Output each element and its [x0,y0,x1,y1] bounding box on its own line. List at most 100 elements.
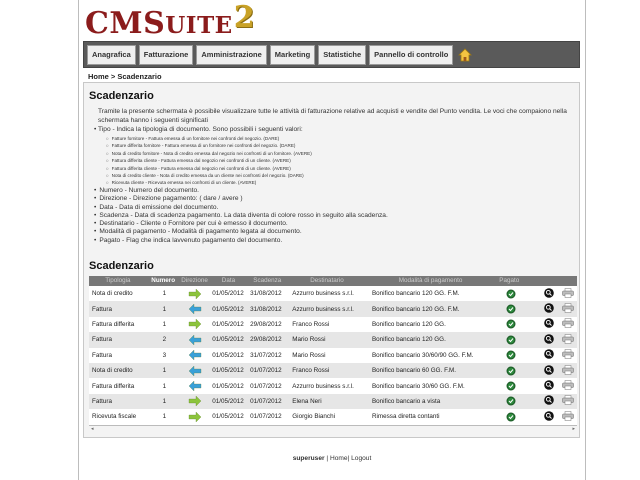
list-item: Nota di credito fornitore - Nota di cred… [106,150,312,157]
table-body: Nota di credito 1 01/05/2012 31/08/2012 Azzu… [89,286,577,425]
search-icon[interactable] [544,380,554,392]
print-icon[interactable] [562,395,574,407]
table-row: Nota di credito 1 01/05/2012 01/07/2012 Fran… [89,362,577,379]
table-header: Tipologia Numero Direzione Data Scadenza… [89,276,577,286]
cell-numero: 3 [162,351,167,359]
col-header-data[interactable]: Data [210,276,248,286]
paid-status-icon[interactable] [496,381,525,391]
scadenzario-table: Tipologia Numero Direzione Data Scadenza… [89,276,577,432]
print-icon[interactable] [562,318,574,330]
col-header-direzione[interactable]: Direzione [180,276,210,286]
cell-destinatario: Elena Neri [292,397,322,405]
cell-scadenza: 01/07/2012 [250,367,282,375]
cell-data: 01/05/2012 [212,351,244,359]
cell-scadenza: 01/07/2012 [250,413,282,421]
print-icon[interactable] [562,349,574,361]
paid-status-icon[interactable] [496,289,525,299]
search-icon[interactable] [544,411,554,423]
print-icon[interactable] [562,380,574,392]
cell-modalita: Bonifico bancario 120 GG. F.M. [371,305,460,313]
print-icon[interactable] [562,287,574,300]
cell-scadenza: 31/08/2012 [250,305,282,313]
row-actions [525,303,577,315]
field-descriptions-list: Numero - Numero del documento. Direzione… [94,187,388,245]
list-item: Data - Data di emissione del documento. [94,204,388,212]
col-header-pagato[interactable]: Pagato [494,276,524,286]
cell-scadenza: 31/07/2012 [250,351,282,359]
footer-user: superuser [292,455,325,462]
table-row: Nota di credito 1 01/05/2012 31/08/2012 Azzu… [89,286,577,302]
row-actions [525,287,577,300]
list-item: Pagato - Flag che indica lavvenuto pagam… [94,237,388,245]
arrow-left-icon [180,380,209,392]
cell-modalita: Bonifico bancario 120 GG. [371,320,446,328]
paid-status-icon[interactable] [496,366,525,376]
row-actions [525,364,577,377]
paid-status-icon[interactable] [496,412,525,422]
cell-destinatario: Franco Rossi [292,320,330,328]
print-icon[interactable] [562,303,574,315]
col-header-numero[interactable]: Numero [147,276,180,286]
nav-pannello-di-controllo[interactable]: Pannello di controllo [369,44,454,65]
page-title: Scadenzario [89,90,154,102]
paid-status-icon[interactable] [496,304,525,314]
search-icon[interactable] [544,287,554,300]
col-header-destinatario[interactable]: Destinatario [287,276,367,286]
cell-numero: 1 [162,320,167,328]
cell-numero: 1 [162,397,167,405]
print-icon[interactable] [562,334,574,346]
paid-status-icon[interactable] [496,396,525,406]
footer-home-link[interactable]: Home [330,455,348,462]
cell-numero: 1 [162,413,167,421]
list-item: Modalità di pagamento - Modalità di paga… [94,228,388,236]
list-item: Fatture fornitore - Fattura emessa di un… [106,135,312,142]
tipo-values-list: Fatture fornitore - Fattura emessa di un… [106,135,312,187]
content-panel: Scadenzario Tramite la presente schermat… [83,82,580,438]
search-icon[interactable] [544,334,554,346]
cell-data: 01/05/2012 [212,382,244,390]
col-header-scadenza[interactable]: Scadenza [247,276,287,286]
cell-data: 01/05/2012 [212,367,244,375]
cell-numero: 1 [162,382,167,390]
scroll-right-icon[interactable]: ▸ [572,426,575,432]
table-row: Fattura 1 01/05/2012 01/07/2012 Elena Neri Bo… [89,393,577,410]
paid-status-icon[interactable] [496,319,525,329]
list-item: Scadenza - Data di scadenza pagamento. L… [94,212,387,220]
cell-tipologia: Fattura [92,336,112,344]
print-icon[interactable] [562,364,574,377]
footer: superuser | Home| Logout [292,455,372,462]
cell-scadenza: 01/07/2012 [250,382,282,390]
search-icon[interactable] [544,364,554,377]
nav-marketing[interactable]: Marketing [269,44,316,65]
search-icon[interactable] [544,318,554,330]
print-icon[interactable] [562,411,574,423]
scroll-left-icon[interactable]: ◂ [91,426,94,432]
cell-data: 01/05/2012 [212,305,244,313]
search-icon[interactable] [544,349,554,361]
nav-anagrafica[interactable]: Anagrafica [87,44,136,65]
footer-logout-link[interactable]: Logout [351,455,371,462]
cell-modalita: Rimessa diretta contanti [371,413,440,421]
arrow-right-icon [180,411,209,423]
search-icon[interactable] [544,395,554,407]
app-frame: CMSUITE 2 Anagrafica Fatturazione Ammini… [78,0,586,480]
cell-numero: 1 [162,305,167,313]
col-header-modalita[interactable]: Modalità di pagamento [367,276,494,286]
cell-numero: 1 [162,290,167,298]
nav-amministrazione[interactable]: Amministrazione [196,44,267,65]
nav-statistiche[interactable]: Statistiche [318,44,367,65]
intro-text: Tramite la presente schermata è possibil… [98,108,567,124]
cell-destinatario: Franco Rossi [292,367,330,375]
horizontal-scrollbar[interactable]: ◂ ▸ [89,424,577,432]
paid-status-icon[interactable] [496,335,525,345]
cell-numero: 2 [162,336,167,344]
paid-status-icon[interactable] [496,350,525,360]
nav-fatturazione[interactable]: Fatturazione [138,44,194,65]
cmsuite-logo: CMSUITE 2 [85,3,255,39]
breadcrumb: Home > Scadenzario [88,72,162,81]
cell-scadenza: 29/08/2012 [250,336,282,344]
arrow-right-icon [180,288,209,300]
home-icon[interactable] [458,47,473,62]
col-header-tipologia[interactable]: Tipologia [89,276,147,286]
search-icon[interactable] [544,303,554,315]
